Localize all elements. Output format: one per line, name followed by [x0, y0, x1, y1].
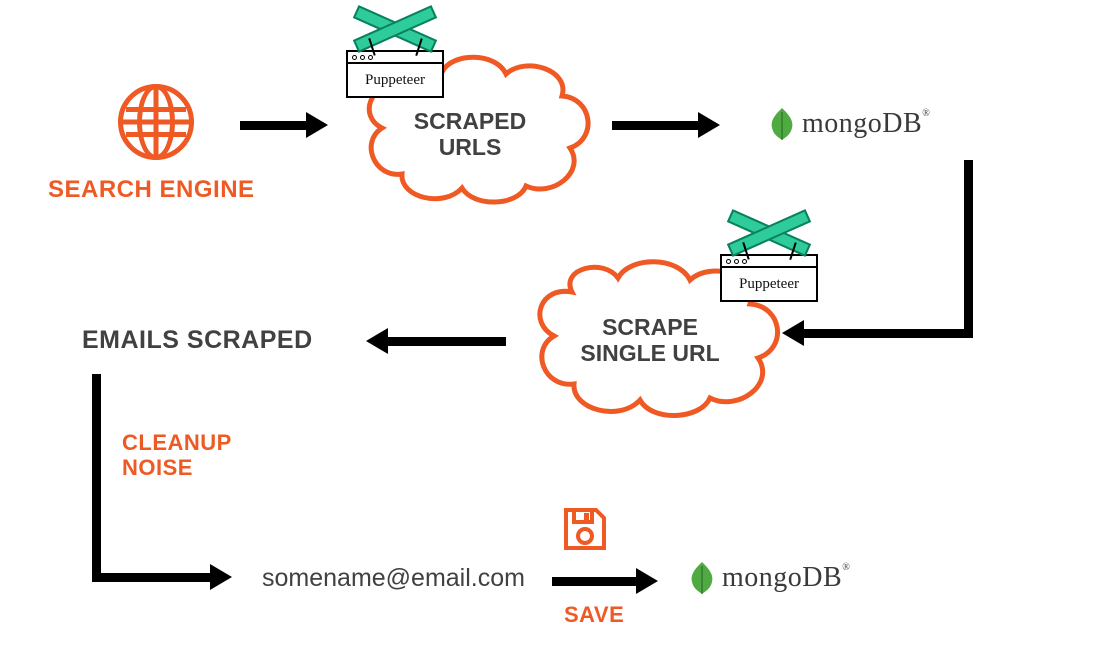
mongodb-label-top: mongoDB®	[802, 108, 930, 140]
mongodb-label-bottom: mongoDB®	[722, 562, 850, 594]
scraped-urls-line1: SCRAPED	[340, 108, 600, 134]
mongodb-leaf-icon-bottom	[688, 560, 716, 601]
scrape-single-line1: SCRAPE	[510, 314, 790, 340]
scrape-single-line2: SINGLE URL	[510, 340, 790, 366]
puppeteer-icon-top: Puppeteer	[346, 50, 444, 98]
email-sample-text: somename@email.com	[262, 564, 525, 593]
arrow-emails-to-sample	[92, 374, 252, 604]
scraped-urls-line2: URLS	[340, 134, 600, 160]
arrow-sample-to-mongo	[552, 568, 660, 594]
save-label: SAVE	[564, 602, 624, 628]
save-icon	[562, 506, 608, 552]
cleanup-noise-label: CLEANUP NOISE	[122, 430, 232, 481]
arrow-search-to-scraped	[240, 112, 330, 138]
emails-scraped-label: EMAILS SCRAPED	[82, 326, 313, 355]
puppeteer-label-top: Puppeteer	[348, 64, 442, 96]
mongodb-leaf-icon-top	[768, 106, 796, 147]
search-engine-label: SEARCH ENGINE	[48, 176, 255, 204]
puppeteer-label-bottom: Puppeteer	[722, 268, 816, 300]
globe-icon	[118, 84, 194, 160]
arrow-scraped-to-mongo	[612, 112, 722, 138]
arrow-scrape-to-emails	[366, 328, 506, 354]
puppeteer-icon-bottom: Puppeteer	[720, 254, 818, 302]
